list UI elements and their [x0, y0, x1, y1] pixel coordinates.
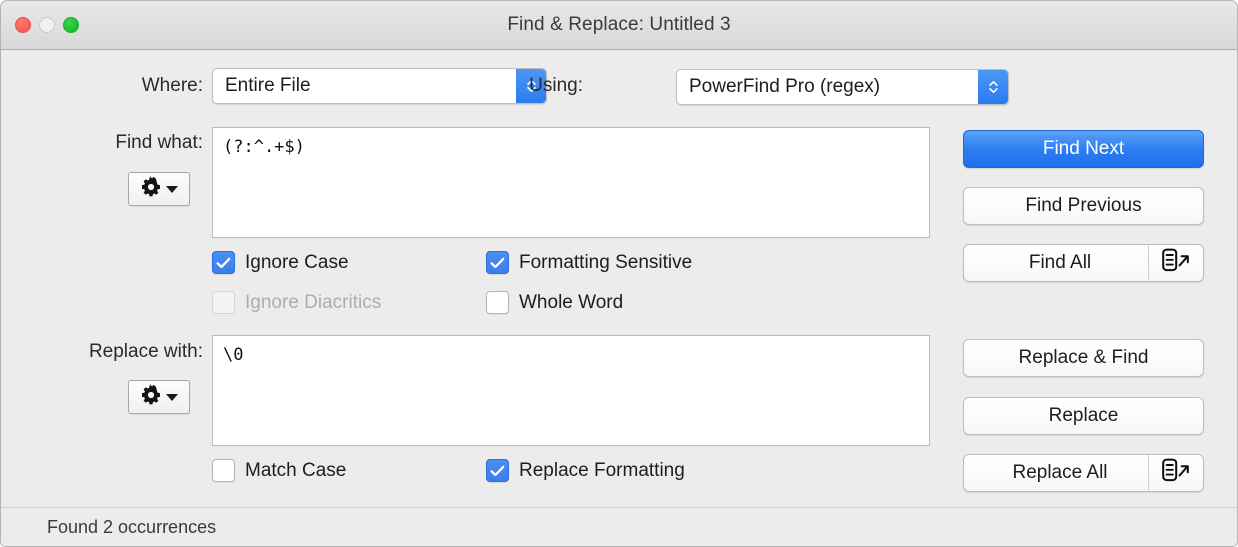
where-popup-button[interactable]: Entire File [212, 68, 547, 104]
checkbox-label: Whole Word [519, 291, 624, 313]
replace-options-gear-button[interactable] [128, 380, 190, 414]
replace-and-find-button[interactable]: Replace & Find [963, 339, 1204, 377]
where-label: Where: [141, 75, 203, 96]
chevron-down-icon [988, 88, 998, 93]
using-popup-value: PowerFind Pro (regex) [689, 76, 881, 97]
gear-icon [140, 382, 162, 411]
checkbox-label: Formatting Sensitive [519, 251, 693, 273]
chevron-down-icon [166, 393, 178, 401]
window-title: Find & Replace: Untitled 3 [507, 14, 731, 35]
replace-and-find-label: Replace & Find [1018, 347, 1149, 368]
replace-all-button[interactable]: Replace All [963, 454, 1204, 492]
replace-with-label: Replace with: [88, 341, 203, 362]
find-all-export-segment[interactable] [1148, 245, 1203, 281]
using-label: Using: [529, 75, 583, 96]
status-message: Found 2 occurrences [47, 516, 217, 537]
checkbox-box[interactable] [486, 291, 509, 314]
chevron-down-icon [166, 185, 178, 193]
checkbox-replace-formatting[interactable]: Replace Formatting [486, 459, 685, 482]
checkbox-box[interactable] [486, 459, 509, 482]
checkbox-box[interactable] [212, 251, 235, 274]
find-all-button[interactable]: Find All [963, 244, 1204, 282]
checkbox-whole-word[interactable]: Whole Word [486, 291, 623, 314]
replace-label: Replace [1048, 405, 1119, 426]
checkbox-box [212, 291, 235, 314]
list-export-icon [1161, 247, 1191, 279]
checkbox-match-case[interactable]: Match Case [212, 459, 346, 482]
using-popup-button[interactable]: PowerFind Pro (regex) [676, 69, 1009, 105]
replace-all-label: Replace All [1012, 462, 1108, 483]
dialog-body: Where: Entire File Using: PowerFind Pro … [1, 50, 1237, 511]
find-what-input[interactable]: (?:^.+$) [212, 127, 930, 238]
list-export-icon [1161, 457, 1191, 489]
replace-button[interactable]: Replace [963, 397, 1204, 435]
find-replace-window: Find & Replace: Untitled 3 Where: Entire… [0, 0, 1238, 547]
status-bar: Found 2 occurrences [1, 507, 1237, 546]
find-previous-label: Find Previous [1025, 195, 1142, 216]
checkbox-ignore-diacritics: Ignore Diacritics [212, 291, 381, 314]
chevron-up-icon [988, 81, 998, 86]
replace-with-input[interactable]: \0 [212, 335, 930, 446]
title-bar: Find & Replace: Untitled 3 [1, 1, 1237, 50]
checkbox-box[interactable] [486, 251, 509, 274]
checkbox-box[interactable] [212, 459, 235, 482]
using-stepper[interactable] [978, 70, 1008, 104]
find-all-label: Find All [1028, 252, 1092, 273]
find-next-label: Find Next [1042, 138, 1125, 159]
checkbox-ignore-case[interactable]: Ignore Case [212, 251, 349, 274]
find-options-gear-button[interactable] [128, 172, 190, 206]
checkbox-formatting-sensitive[interactable]: Formatting Sensitive [486, 251, 692, 274]
checkbox-label: Replace Formatting [519, 459, 685, 481]
find-what-label: Find what: [115, 132, 203, 153]
where-popup-value: Entire File [225, 75, 311, 96]
gear-icon [140, 174, 162, 203]
find-previous-button[interactable]: Find Previous [963, 187, 1204, 225]
checkbox-label: Ignore Diacritics [245, 291, 382, 313]
replace-all-export-segment[interactable] [1148, 455, 1203, 491]
checkbox-label: Match Case [245, 459, 347, 481]
checkbox-label: Ignore Case [245, 251, 349, 273]
find-next-button[interactable]: Find Next [963, 130, 1204, 168]
